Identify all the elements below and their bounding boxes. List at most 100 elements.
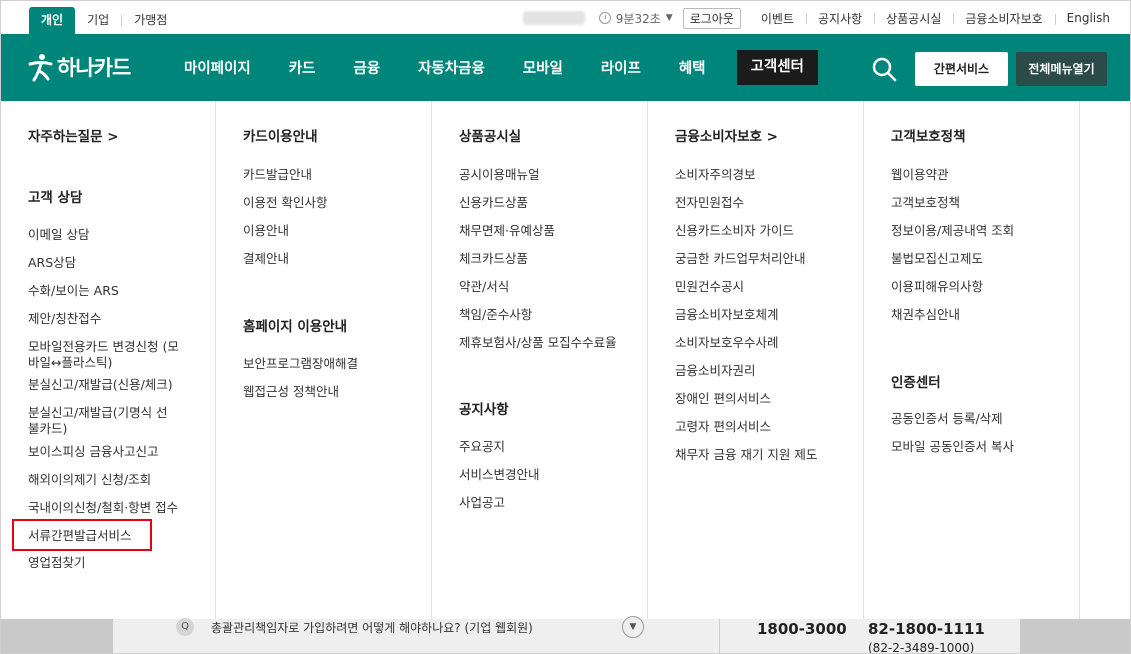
menu-mobile[interactable]: 모바일 [504, 57, 582, 78]
menu-link[interactable]: 고령자 편의서비스 [675, 419, 771, 435]
menu-link[interactable]: 이용피해유의사항 [891, 279, 983, 295]
session-timer[interactable]: 9분32초 ▼ [598, 10, 673, 27]
menu-customer-center[interactable]: 고객센터 [736, 50, 818, 85]
column-disclosure: 상품공시실 공시이용매뉴얼 신용카드상품 채무면제·유예상품 체크카드상품 약관… [432, 101, 648, 619]
mega-menu-panel: 자주하는질문 > 고객 상담 이메일 상담 ARS상담 수화/보이는 ARS 제… [1, 101, 1130, 619]
menu-link[interactable]: 국내이의신청/철회·항변 접수 [28, 500, 178, 516]
menu-link[interactable]: 금융소비자권리 [675, 363, 756, 379]
menu-link[interactable]: 영업점찾기 [28, 555, 86, 571]
link-event[interactable]: 이벤트 [749, 10, 806, 27]
menu-link[interactable]: 공시이용매뉴얼 [459, 167, 540, 183]
menu-link[interactable]: 서비스변경안내 [459, 467, 540, 483]
menu-link[interactable]: 제휴보험사/상품 모집수수료율 [459, 335, 617, 351]
menu-link[interactable]: 카드발급안내 [243, 167, 312, 183]
menu-link[interactable]: 분실신고/재발급(신용/체크) [28, 377, 173, 393]
menu-link[interactable]: 약관/서식 [459, 279, 509, 295]
link-product-disclosure[interactable]: 상품공시실 [874, 10, 953, 27]
menu-link[interactable]: 웹이용약관 [891, 167, 949, 183]
divider [719, 619, 720, 653]
menu-link[interactable]: 소비자주의경보 [675, 167, 756, 183]
menu-link[interactable]: 이메일 상담 [28, 227, 89, 243]
chevron-down-icon[interactable]: ▼ [622, 616, 644, 638]
link-consumer-protection[interactable]: 금융소비자보호 [953, 10, 1054, 27]
tab-business[interactable]: 기업 [75, 7, 121, 34]
menu-card[interactable]: 카드 [270, 57, 335, 78]
menu-link[interactable]: 책임/준수사항 [459, 307, 532, 323]
menu-link[interactable]: 정보이용/제공내역 조회 [891, 223, 1014, 239]
menu-link[interactable]: 수화/보이는 ARS [28, 283, 119, 299]
phone-number: 82-1800-1111 [868, 620, 985, 638]
menu-link[interactable]: ARS상담 [28, 255, 76, 271]
link-notice[interactable]: 공지사항 [806, 10, 874, 27]
menu-life[interactable]: 라이프 [582, 57, 660, 78]
menu-link[interactable]: 보이스피싱 금융사고신고 [28, 444, 158, 460]
search-icon[interactable] [871, 56, 897, 82]
menu-link[interactable]: 제안/칭찬접수 [28, 311, 101, 327]
menu-link[interactable]: 보안프로그램장애해결 [243, 356, 358, 372]
menu-link[interactable]: 채권추심안내 [891, 307, 960, 323]
customer-type-tabs: 개인 기업 가맹점 [29, 7, 179, 34]
menu-mypage[interactable]: 마이페이지 [165, 57, 270, 78]
logo-text: 하나카드 [57, 56, 131, 80]
chevron-down-icon: ▼ [665, 13, 673, 23]
menu-link[interactable]: 궁금한 카드업무처리안내 [675, 251, 805, 267]
menu-link[interactable]: 분실신고/재발급(기명식 선불카드) [28, 405, 178, 437]
easy-service-button[interactable]: 간편서비스 [915, 52, 1008, 86]
menu-link[interactable]: 모바일전용카드 변경신청 (모바일↔플라스틱) [28, 339, 188, 371]
menu-link[interactable]: 장애인 편의서비스 [675, 391, 771, 407]
column-card-usage: 카드이용안내 카드발급안내 이용전 확인사항 이용안내 결제안내 홈페이지 이용… [216, 101, 432, 619]
background-page-strip: Q 총괄관리책임자로 가입하려면 어떻게 해야하나요? (기업 웹회원) ▼ 1… [1, 616, 1130, 654]
disclosure-title: 상품공시실 [459, 129, 522, 145]
menu-link[interactable]: 체크카드상품 [459, 251, 528, 267]
homepage-usage-title: 홈페이지 이용안내 [243, 319, 348, 335]
consumer-protection-link[interactable]: 금융소비자보호 > [675, 125, 778, 145]
tab-personal[interactable]: 개인 [29, 7, 76, 34]
hanacard-logo[interactable]: 하나카드 [27, 52, 131, 82]
menu-finance[interactable]: 금융 [334, 57, 399, 78]
menu-link[interactable]: 소비자보호우수사례 [675, 335, 779, 351]
phone-number: 1800-3000 [757, 620, 847, 638]
session-timer-text: 9분32초 [615, 11, 661, 26]
column-customer-protection: 고객보호정책 웹이용약관 고객보호정책 정보이용/제공내역 조회 불법모집신고제… [864, 101, 1080, 619]
menu-link[interactable]: 결제안내 [243, 251, 289, 267]
hana-logo-icon [28, 54, 53, 82]
menu-link[interactable]: 주요공지 [459, 439, 505, 455]
menu-link[interactable]: 이용안내 [243, 223, 289, 239]
menu-link[interactable]: 민원건수공시 [675, 279, 744, 295]
card-usage-title: 카드이용안내 [243, 129, 318, 145]
menu-link[interactable]: 해외이의제기 신청/조회 [28, 472, 151, 488]
menu-link[interactable]: 신용카드소비자 가이드 [675, 223, 794, 239]
menu-link[interactable]: 전자민원접수 [675, 195, 744, 211]
logout-button[interactable]: 로그아웃 [682, 7, 741, 29]
menu-link[interactable]: 고객보호정책 [891, 195, 960, 211]
link-english[interactable]: English [1054, 11, 1122, 25]
faq-question-text[interactable]: 총괄관리책임자로 가입하려면 어떻게 해야하나요? (기업 웹회원) [211, 619, 533, 636]
customer-protection-title: 고객보호정책 [891, 129, 966, 145]
menu-link[interactable]: 이용전 확인사항 [243, 195, 327, 211]
menu-link[interactable]: 채무자 금융 재기 지원 제도 [675, 447, 817, 463]
menu-link[interactable]: 공동인증서 등록/삭제 [891, 411, 1003, 427]
menu-link[interactable]: 웹접근성 정책안내 [243, 384, 339, 400]
menu-link[interactable]: 채무면제·유예상품 [459, 223, 555, 239]
main-menu: 마이페이지 카드 금융 자동차금융 모바일 라이프 혜택 고객센터 [165, 34, 818, 101]
faq-link[interactable]: 자주하는질문 > [28, 125, 119, 145]
menu-link[interactable]: 모바일 공동인증서 복사 [891, 439, 1014, 455]
menu-link[interactable]: 신용카드상품 [459, 195, 528, 211]
phone-number: (82-2-3489-1000) [868, 641, 975, 654]
global-nav: 하나카드 마이페이지 카드 금융 자동차금융 모바일 라이프 혜택 고객센터 간… [1, 34, 1130, 101]
blurred-user-name [522, 11, 585, 25]
menu-benefits[interactable]: 혜택 [660, 57, 725, 78]
all-menu-button[interactable]: 전체메뉴열기 [1016, 52, 1107, 86]
highlight-box [12, 519, 152, 551]
column-consumer-protection: 금융소비자보호 > 소비자주의경보 전자민원접수 신용카드소비자 가이드 궁금한… [648, 101, 864, 619]
counsel-title: 고객 상담 [28, 190, 83, 206]
menu-link[interactable]: 사업공고 [459, 495, 505, 511]
notice-title: 공지사항 [459, 402, 509, 418]
menu-link[interactable]: 불법모집신고제도 [891, 251, 983, 267]
clock-icon [598, 12, 611, 24]
menu-link[interactable]: 금융소비자보호체계 [675, 307, 779, 323]
browser-frame: 개인 기업 가맹점 9분32초 ▼ 로그아웃 이벤트 공지사항 상품공시실 금융… [0, 0, 1131, 654]
tab-merchant[interactable]: 가맹점 [122, 7, 179, 34]
menu-auto-finance[interactable]: 자동차금융 [399, 57, 504, 78]
utility-bar: 개인 기업 가맹점 9분32초 ▼ 로그아웃 이벤트 공지사항 상품공시실 금융… [1, 1, 1130, 34]
